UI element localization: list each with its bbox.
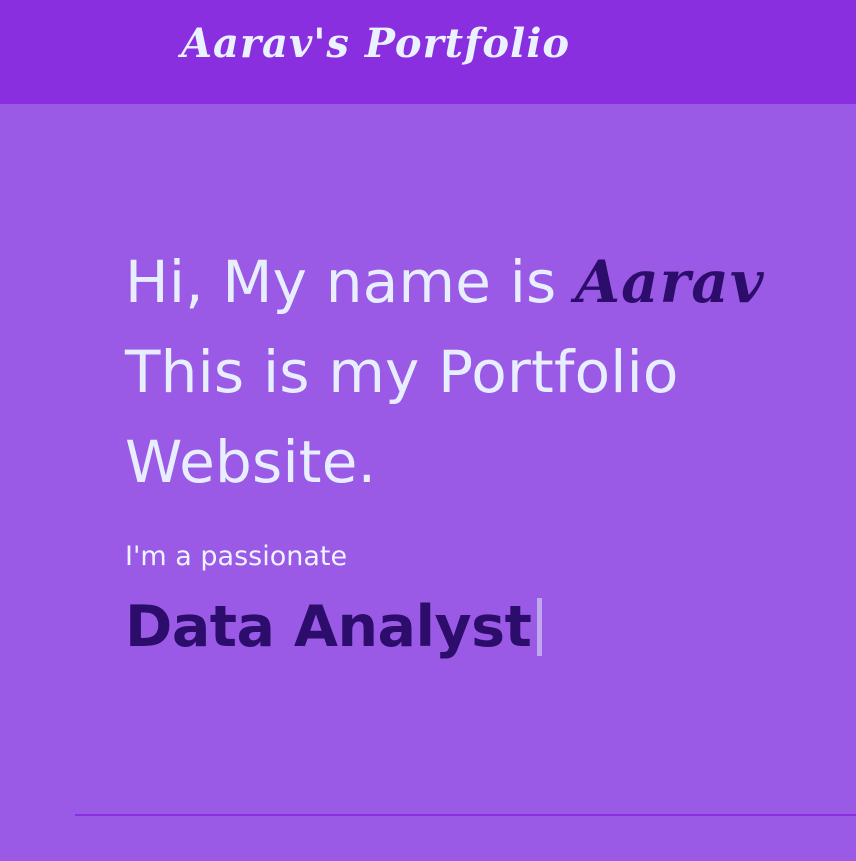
section-divider — [75, 814, 856, 816]
hero-line-1: Hi, My name is Aarav — [125, 237, 845, 327]
typing-role: Data Analyst — [125, 592, 543, 662]
site-logo-title[interactable]: Aarav's Portfolio — [181, 24, 570, 64]
hero-subtitle: I'm a passionate — [125, 541, 348, 572]
hero-line-3: Website. — [125, 428, 377, 496]
typing-cursor — [537, 598, 543, 656]
top-navbar: Aarav's Portfolio — [0, 0, 856, 104]
hero-heading: Hi, My name is Aarav This is my Portfoli… — [125, 237, 845, 507]
hero-line-2: This is my Portfolio — [125, 338, 679, 406]
hero-intro-text: Hi, My name is — [125, 248, 576, 316]
hero-name: Aarav — [575, 248, 765, 316]
role-text: Data Analyst — [125, 594, 532, 660]
